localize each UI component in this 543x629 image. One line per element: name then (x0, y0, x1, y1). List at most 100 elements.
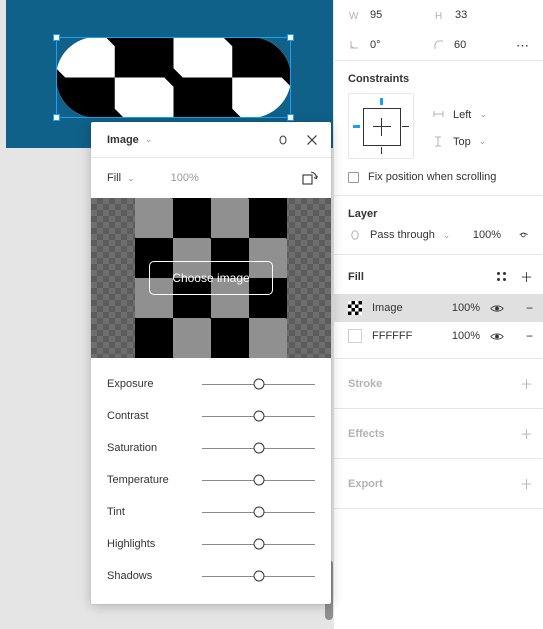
selected-shape[interactable] (56, 37, 291, 118)
adjustment-shadows: Shadows (91, 560, 331, 592)
constraints-dropdowns: Left ⌄ Top ⌄ (432, 93, 487, 159)
image-adjustments: Exposure Contrast Saturation Temperature… (91, 358, 331, 604)
chevron-down-icon[interactable]: ⌄ (127, 173, 135, 184)
layer-opacity-value[interactable]: 100% (473, 229, 501, 241)
fill-opacity[interactable]: 100% (452, 330, 480, 342)
rotate-image-icon[interactable] (301, 169, 319, 187)
layer-visibility-icon[interactable] (519, 229, 529, 241)
exposure-slider[interactable] (202, 378, 315, 390)
add-fill-button[interactable]: ＋ (520, 267, 533, 286)
stroke-section[interactable]: Stroke ＋ (334, 359, 543, 408)
close-icon[interactable] (305, 133, 319, 147)
fill-mode-value[interactable]: Fill (107, 172, 121, 184)
corner-radius-value: 60 (454, 39, 467, 51)
chevron-down-icon: ⌄ (478, 136, 487, 146)
divider (334, 508, 543, 509)
fill-title: Fill (348, 270, 364, 283)
independent-corners-button[interactable]: ⋯ (516, 39, 529, 52)
remove-fill-button[interactable]: − (526, 301, 533, 315)
slider-knob[interactable] (253, 442, 264, 454)
remove-fill-button[interactable]: − (526, 329, 533, 343)
constraint-handle-left[interactable] (353, 125, 360, 128)
vertical-constraint-icon (432, 135, 445, 148)
width-field[interactable]: W 95 (348, 8, 433, 22)
height-field[interactable]: H 33 (433, 8, 518, 22)
chevron-down-icon[interactable]: ⌄ (145, 134, 153, 145)
add-effect-button[interactable]: ＋ (520, 424, 533, 443)
fill-visibility-icon[interactable] (490, 303, 504, 314)
adjustment-label: Tint (107, 506, 125, 518)
popover-header-tools (277, 133, 319, 147)
fix-position-checkbox[interactable] (348, 171, 359, 183)
vertical-constraint-value: Top (453, 135, 471, 148)
blend-mode-icon (348, 228, 362, 242)
slider-knob[interactable] (253, 570, 264, 582)
fill-row-image[interactable]: Image 100% − (334, 294, 543, 322)
fill-visibility-icon[interactable] (490, 331, 504, 342)
fill-swatch-image[interactable] (348, 301, 362, 315)
constraint-handle-bottom[interactable] (381, 147, 382, 154)
fix-position-row[interactable]: Fix position when scrolling (334, 165, 543, 195)
saturation-slider[interactable] (202, 442, 315, 454)
constraints-center-h (373, 126, 391, 127)
contrast-slider[interactable] (202, 410, 315, 422)
adjustment-temperature: Temperature (91, 464, 331, 496)
fill-swatch-solid[interactable] (348, 329, 362, 343)
horizontal-constraint-icon (432, 108, 445, 121)
export-title: Export (348, 477, 383, 490)
layer-title: Layer (348, 208, 378, 220)
styles-grid-icon[interactable] (496, 272, 506, 281)
adjustment-label: Contrast (107, 410, 149, 422)
shadows-slider[interactable] (202, 570, 315, 582)
vertical-constraint-dropdown[interactable]: Top ⌄ (432, 135, 487, 148)
tint-slider[interactable] (202, 506, 315, 518)
adjustment-saturation: Saturation (91, 432, 331, 464)
constraints-frame (363, 108, 401, 146)
add-export-button[interactable]: ＋ (520, 474, 533, 493)
temperature-slider[interactable] (202, 474, 315, 486)
horizontal-constraint-dropdown[interactable]: Left ⌄ (432, 108, 487, 121)
slider-knob[interactable] (253, 474, 264, 486)
adjustment-tint: Tint (91, 496, 331, 528)
add-stroke-button[interactable]: ＋ (520, 374, 533, 393)
width-icon: W (348, 8, 362, 22)
adjustment-label: Highlights (107, 538, 156, 550)
corner-radius-field[interactable]: 60 (432, 38, 516, 52)
image-preview[interactable]: Choose image (91, 198, 331, 358)
chevron-down-icon: ⌄ (442, 229, 451, 240)
stroke-title: Stroke (348, 377, 383, 390)
effects-section[interactable]: Effects ＋ (334, 409, 543, 458)
highlights-slider[interactable] (202, 538, 315, 550)
horizontal-constraint-value: Left (453, 108, 472, 121)
fill-name: Image (372, 302, 403, 314)
properties-panel: W 95 H 33 0° 60 ⋯ Constraints Left ⌄ Top… (333, 0, 543, 629)
chevron-down-icon: ⌄ (479, 109, 487, 119)
rotation-field[interactable]: 0° (348, 38, 432, 52)
constraint-handle-right[interactable] (402, 126, 409, 127)
fill-name: FFFFFF (372, 330, 413, 342)
popover-header: Image ⌄ (91, 122, 331, 158)
height-value: 33 (455, 9, 468, 21)
image-opacity-value[interactable]: 100% (171, 172, 199, 184)
slider-knob[interactable] (253, 410, 264, 422)
slider-knob[interactable] (253, 506, 264, 518)
constraint-handle-top[interactable] (380, 98, 383, 105)
choose-image-button[interactable]: Choose image (149, 261, 273, 295)
layer-row: Pass through ⌄ 100% (334, 228, 543, 254)
constraints-center-v (381, 118, 382, 136)
svg-text:H: H (435, 11, 442, 22)
popover-title: Image (107, 133, 139, 146)
fill-row-solid[interactable]: FFFFFF 100% − (334, 322, 543, 350)
fix-position-label: Fix position when scrolling (368, 171, 497, 183)
shape-checker-image (56, 37, 291, 118)
slider-knob[interactable] (253, 538, 264, 550)
blend-mode-icon[interactable] (277, 133, 289, 147)
export-section[interactable]: Export ＋ (334, 459, 543, 508)
app-root: W 95 H 33 0° 60 ⋯ Constraints Left ⌄ Top… (0, 0, 543, 629)
fill-opacity[interactable]: 100% (452, 302, 480, 314)
constraints-widget[interactable] (348, 93, 414, 159)
blend-mode-value[interactable]: Pass through (370, 229, 435, 241)
slider-knob[interactable] (253, 378, 264, 390)
corner-radius-icon (432, 38, 446, 52)
fill-header-tools: ＋ (496, 267, 533, 286)
